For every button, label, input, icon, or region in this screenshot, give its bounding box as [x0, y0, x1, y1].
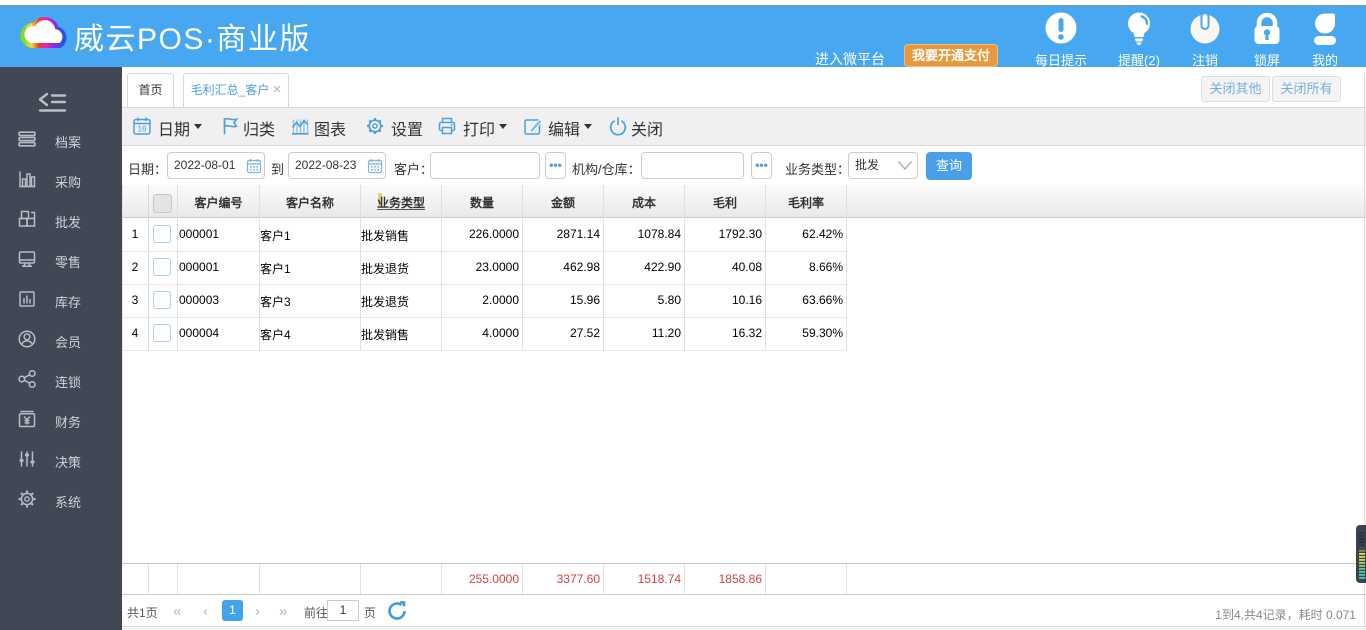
svg-text:16: 16 [138, 125, 147, 134]
